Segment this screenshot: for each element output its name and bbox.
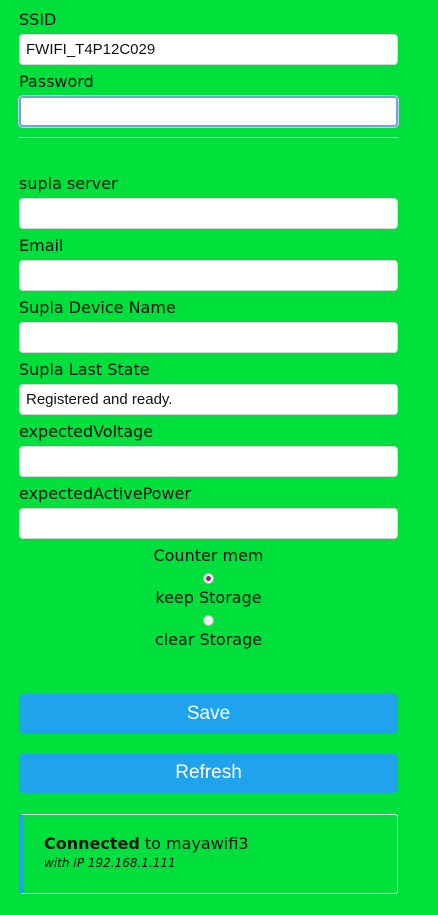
- supla-server-label: supla server: [19, 174, 118, 193]
- supla-server-input[interactable]: [19, 198, 398, 229]
- last-state-input[interactable]: [19, 384, 398, 415]
- ssid-input[interactable]: [19, 34, 398, 65]
- expected-voltage-input[interactable]: [19, 446, 398, 477]
- connection-status-box: Connected to mayawifi3 with IP 192.168.1…: [19, 814, 398, 894]
- ssid-label: SSID: [19, 10, 57, 29]
- connected-word: Connected: [44, 834, 140, 853]
- password-label: Password: [19, 72, 94, 91]
- ip-address-text: with IP 192.168.1.111: [44, 856, 176, 870]
- expected-active-power-input[interactable]: [19, 508, 398, 539]
- wifi-config-form: SSID Password supla server Email Supla D…: [19, 0, 398, 894]
- keep-storage-radio[interactable]: [203, 573, 214, 584]
- counter-mem-group: Counter mem keep Storage clear Storage: [19, 546, 398, 651]
- keep-storage-label: keep Storage: [155, 588, 262, 607]
- email-input[interactable]: [19, 260, 398, 291]
- connected-network: to mayawifi3: [139, 834, 249, 853]
- clear-storage-label: clear Storage: [154, 630, 263, 649]
- password-input[interactable]: [19, 96, 398, 127]
- connection-status-text: Connected to mayawifi3: [44, 834, 397, 854]
- counter-mem-title: Counter mem: [153, 546, 264, 565]
- save-button[interactable]: Save: [19, 694, 398, 734]
- refresh-button[interactable]: Refresh: [19, 753, 398, 793]
- device-name-label: Supla Device Name: [19, 298, 176, 317]
- device-name-input[interactable]: [19, 322, 398, 353]
- email-label: Email: [19, 236, 64, 255]
- last-state-label: Supla Last State: [19, 360, 150, 379]
- clear-storage-radio[interactable]: [203, 615, 214, 626]
- section-divider: [19, 137, 398, 138]
- expected-active-power-label: expectedActivePower: [19, 484, 191, 503]
- expected-voltage-label: expectedVoltage: [19, 422, 154, 441]
